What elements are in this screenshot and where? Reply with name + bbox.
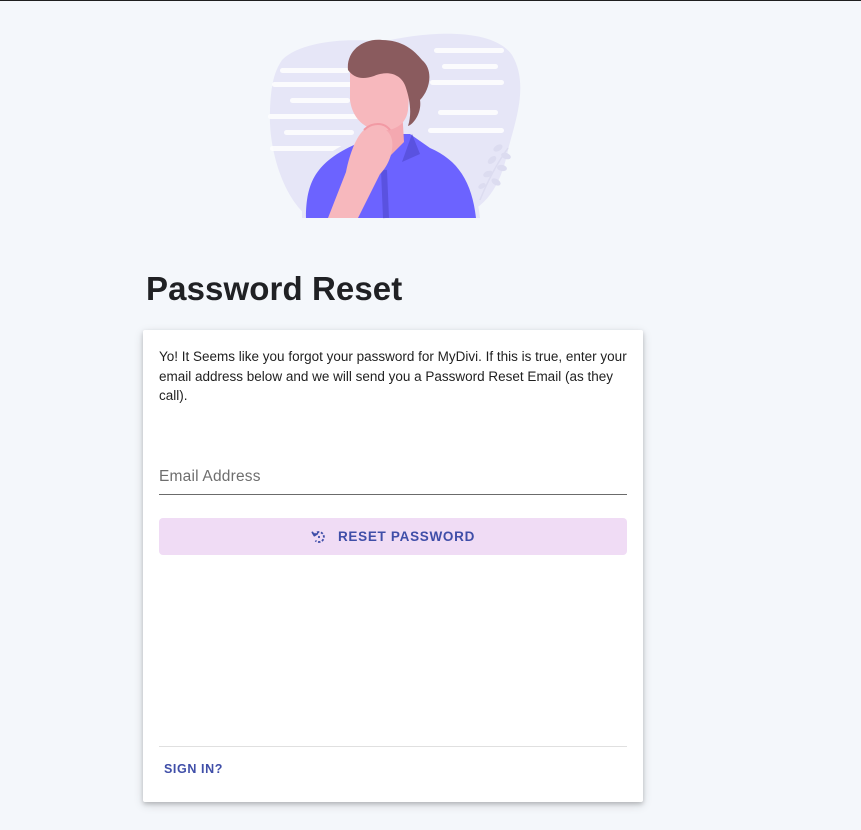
email-field[interactable] xyxy=(159,460,627,495)
sign-in-link[interactable]: SIGN IN? xyxy=(164,762,223,776)
reset-password-label: RESET PASSWORD xyxy=(337,529,476,544)
reset-password-button[interactable]: RESET PASSWORD xyxy=(159,518,627,555)
reset-icon xyxy=(311,530,325,543)
password-reset-card: Yo! It Seems like you forgot your passwo… xyxy=(143,330,643,802)
thinking-person-illustration xyxy=(268,33,521,219)
window-top-border xyxy=(0,0,861,1)
card-divider xyxy=(159,746,627,747)
intro-text: Yo! It Seems like you forgot your passwo… xyxy=(159,349,627,403)
page-title: Password Reset xyxy=(146,270,403,307)
